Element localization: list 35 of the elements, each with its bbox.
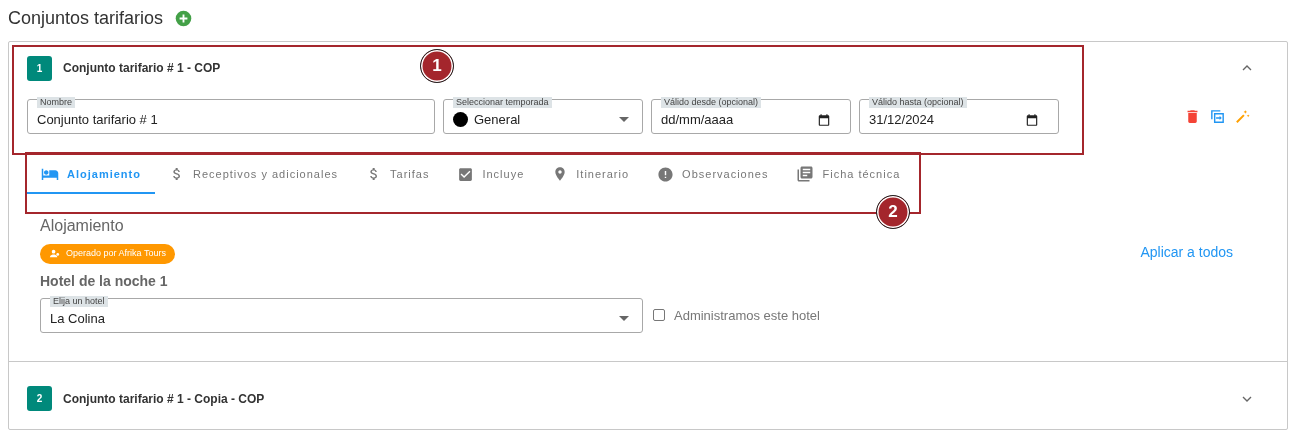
tab[interactable]: Itinerario xyxy=(538,156,644,194)
operator-badge: Operado por Afrika Tours xyxy=(40,244,175,264)
date-field[interactable]: Válido desde (opcional) dd/mm/aaaa xyxy=(651,99,851,134)
tab[interactable]: Tarifas xyxy=(352,156,444,194)
date-field[interactable]: Válido hasta (opcional) 31/12/2024 xyxy=(859,99,1059,134)
tab[interactable]: Ficha técnica xyxy=(782,156,915,194)
season-select[interactable]: Seleccionar temporada General xyxy=(443,99,643,134)
page-title: Conjuntos tarifarios xyxy=(8,6,164,30)
checkbox[interactable] xyxy=(653,309,665,322)
hotel-select[interactable]: Elija un hotel La Colina xyxy=(40,297,643,333)
checkbox-icon xyxy=(457,165,475,183)
tab[interactable]: Incluye xyxy=(443,156,539,194)
tab[interactable]: Receptivos y adicionales xyxy=(154,156,353,194)
panel-title: Conjunto tarifario # 1 - COP xyxy=(63,60,221,77)
person-icon xyxy=(49,248,60,260)
alert-icon xyxy=(657,165,675,183)
apply-all-link[interactable]: Aplicar a todos xyxy=(1140,242,1233,263)
dropdown-caret-icon xyxy=(619,117,629,122)
tab[interactable]: Observaciones xyxy=(643,156,783,194)
section-title: Alojamiento xyxy=(40,216,125,236)
copy-icon[interactable] xyxy=(1209,108,1226,125)
panel-title: Conjunto tarifario # 1 - Copia - COP xyxy=(63,390,265,408)
night-title: Hotel de la noche 1 xyxy=(40,271,169,291)
calendar-icon[interactable] xyxy=(817,112,831,127)
dropdown-caret-icon xyxy=(619,315,629,321)
number-badge: 1 xyxy=(27,55,52,81)
checkbox-label: Administramos este hotel xyxy=(674,306,820,325)
document-icon xyxy=(796,165,815,183)
annotation-marker: 1 xyxy=(420,49,454,83)
input-field[interactable]: Nombre Conjunto tarifario # 1 xyxy=(27,99,435,134)
add-icon[interactable] xyxy=(175,9,193,27)
number-badge: 2 xyxy=(27,386,52,412)
annotation-marker: 2 xyxy=(876,195,910,229)
calendar-icon[interactable] xyxy=(1025,112,1039,127)
tab[interactable]: Alojamiento xyxy=(27,156,155,194)
